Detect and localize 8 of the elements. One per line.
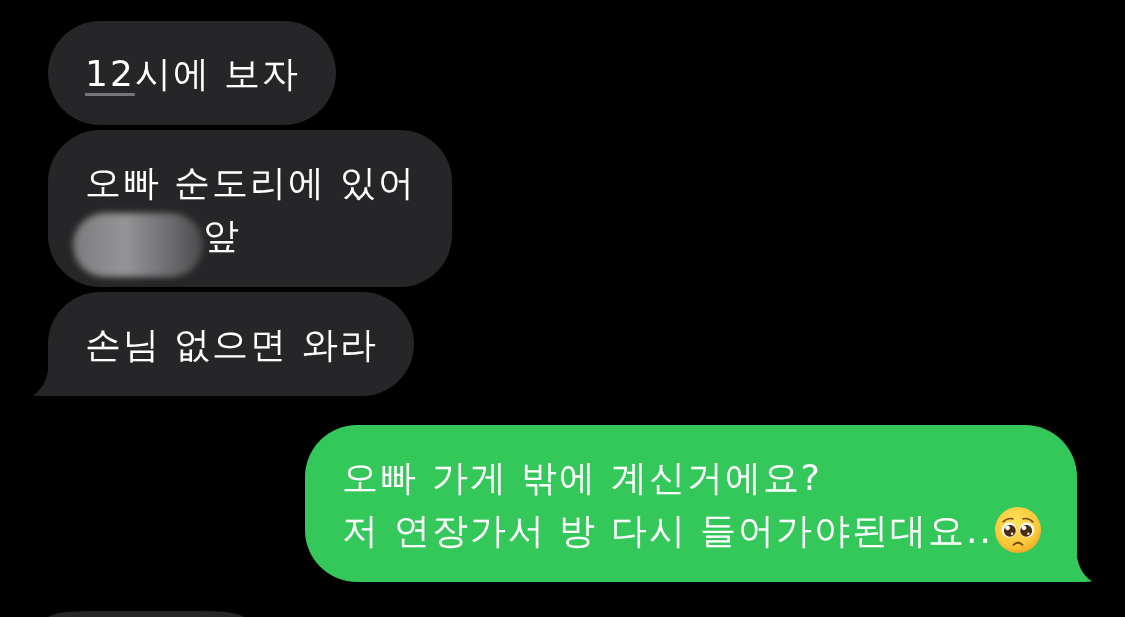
message-text: 앞 [203, 213, 241, 258]
pleading-face-icon [995, 507, 1041, 553]
message-text: 오빠 가게 밖에 계신거에요? [342, 455, 822, 500]
date-link[interactable]: 12 [85, 52, 135, 94]
message-text: 12시에 보자 [85, 51, 301, 96]
message-text: 저 연장가서 방 다시 들어가야된대요.. [342, 508, 993, 553]
message-text: 손님 없으면 와라 [85, 322, 378, 367]
message-text: 오빠 순도리에 있어 [85, 160, 416, 205]
